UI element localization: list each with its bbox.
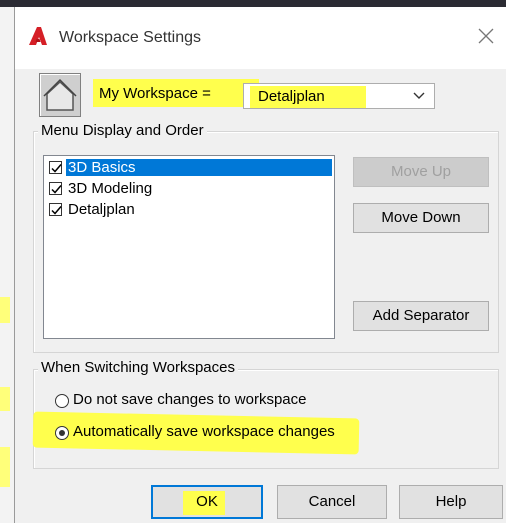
radio-label: Do not save changes to workspace xyxy=(73,391,307,408)
help-button[interactable]: Help xyxy=(399,485,503,519)
workspace-select-value: Detaljplan xyxy=(258,88,325,105)
workspace-select[interactable]: Detaljplan xyxy=(243,83,435,109)
chevron-down-icon xyxy=(413,92,425,99)
checkmark-icon xyxy=(51,185,62,194)
ok-button-label: OK xyxy=(196,493,218,510)
checkbox-3d-modeling[interactable] xyxy=(49,182,62,195)
autocad-logo-icon xyxy=(29,27,47,45)
list-item-label: 3D Modeling xyxy=(68,180,153,197)
ok-button[interactable]: OK xyxy=(151,485,263,519)
house-icon xyxy=(39,73,81,117)
list-item-3d-modeling[interactable]: 3D Modeling xyxy=(46,179,332,200)
checkbox-detaljplan[interactable] xyxy=(49,203,62,216)
cancel-button[interactable]: Cancel xyxy=(277,485,387,519)
list-item-label: Detaljplan xyxy=(68,201,135,218)
list-item-detaljplan[interactable]: Detaljplan xyxy=(46,200,332,221)
radio-label: Automatically save workspace changes xyxy=(73,423,335,440)
background-app-edge xyxy=(0,7,14,523)
move-down-button[interactable]: Move Down xyxy=(353,203,489,233)
list-item-3d-basics[interactable]: 3D Basics xyxy=(46,158,332,179)
close-button[interactable] xyxy=(473,23,499,49)
my-workspace-label: My Workspace = xyxy=(99,85,211,102)
add-separator-button[interactable]: Add Separator xyxy=(353,301,489,331)
radio-button[interactable] xyxy=(55,426,69,440)
list-item-label: 3D Basics xyxy=(66,159,332,176)
checkmark-icon xyxy=(51,164,62,173)
radio-button[interactable] xyxy=(55,394,69,408)
move-up-button[interactable]: Move Up xyxy=(353,157,489,187)
my-workspace-label-wrap: My Workspace = xyxy=(93,79,259,107)
close-icon xyxy=(478,28,494,44)
menu-order-list[interactable]: 3D Basics 3D Modeling Detaljplan xyxy=(43,155,335,339)
workspace-settings-dialog: Workspace Settings My Workspace = Detalj… xyxy=(14,7,506,523)
radio-selected-dot xyxy=(59,430,65,436)
switching-group-title: When Switching Workspaces xyxy=(38,359,238,376)
checkbox-3d-basics[interactable] xyxy=(49,161,62,174)
background-app-titlebar xyxy=(0,0,506,7)
checkmark-icon xyxy=(51,206,62,215)
menu-display-group-title: Menu Display and Order xyxy=(38,122,207,139)
dialog-title: Workspace Settings xyxy=(59,29,201,46)
title-bar: Workspace Settings xyxy=(15,7,506,69)
